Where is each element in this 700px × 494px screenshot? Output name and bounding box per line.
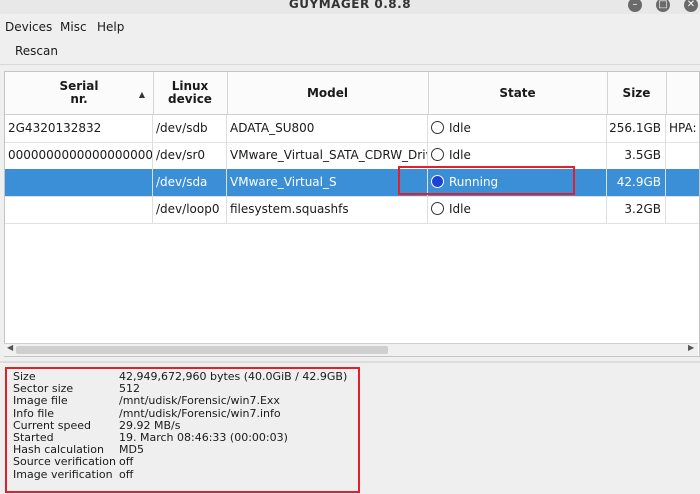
table-header: Serial nr. ▲ Linux device Model State Size	[5, 72, 699, 115]
cell-size: 256.1GB	[607, 115, 666, 142]
highlight-running-state	[398, 166, 575, 195]
cell-serial	[5, 196, 153, 223]
state-idle-icon	[431, 148, 444, 161]
table-row-selected[interactable]: /dev/sda VMware_Virtual_S Running 42.9GB	[5, 169, 699, 197]
header-extra[interactable]	[666, 72, 699, 114]
cell-model: ADATA_SU800	[227, 115, 428, 142]
device-table: Serial nr. ▲ Linux device Model State Size…	[4, 71, 700, 357]
table-row[interactable]: /dev/loop0 filesystem.squashfs Idle 3.2G…	[5, 196, 699, 224]
cell-state: Idle	[428, 196, 607, 223]
header-model[interactable]: Model	[227, 72, 429, 114]
cell-state: Idle	[428, 142, 607, 169]
cell-device: /dev/sda	[153, 169, 227, 196]
menu-devices[interactable]: Devices	[5, 20, 52, 34]
table-row[interactable]: 00000000000000000001 /dev/sr0 VMware_Vir…	[5, 142, 699, 170]
pane-splitter[interactable]	[0, 361, 700, 363]
title-bar: GUYMAGER 0.8.8 – □ ✕	[0, 0, 700, 14]
menu-help[interactable]: Help	[97, 20, 124, 34]
cell-size: 3.2GB	[607, 196, 666, 223]
window-title: GUYMAGER 0.8.8	[288, 0, 412, 11]
header-serial[interactable]: Serial nr. ▲	[5, 72, 154, 114]
sort-ascending-icon: ▲	[138, 90, 145, 99]
highlight-info-panel	[5, 367, 360, 493]
cell-device: /dev/sdb	[153, 115, 227, 142]
rescan-button[interactable]: Rescan	[6, 41, 67, 61]
cell-serial	[5, 169, 153, 196]
cell-extra: HPA:	[669, 121, 697, 135]
cell-model: filesystem.squashfs	[227, 196, 428, 223]
cell-size: 3.5GB	[607, 142, 666, 169]
header-linux-device[interactable]: Linux device	[153, 72, 228, 114]
header-state[interactable]: State	[428, 72, 608, 114]
scroll-right-icon[interactable]: ▶	[688, 343, 694, 352]
scroll-left-icon[interactable]: ◀	[7, 343, 13, 352]
header-size[interactable]: Size	[607, 72, 667, 114]
menu-misc[interactable]: Misc	[60, 20, 87, 34]
cell-size: 42.9GB	[607, 169, 666, 196]
table-row[interactable]: 2G4320132832 /dev/sdb ADATA_SU800 Idle 2…	[5, 115, 699, 143]
scrollbar-thumb[interactable]	[16, 346, 388, 354]
toolbar: Rescan	[0, 38, 700, 65]
cell-extra	[666, 196, 699, 223]
state-idle-icon	[431, 202, 444, 215]
cell-extra	[666, 169, 699, 196]
cell-serial: 2G4320132832	[5, 115, 153, 142]
horizontal-scrollbar[interactable]: ◀ ▶	[4, 343, 698, 356]
state-idle-icon	[431, 121, 444, 134]
cell-model: VMware_Virtual_SATA_CDRW_Drive	[227, 142, 428, 169]
menu-bar: Devices Misc Help	[0, 16, 700, 38]
cell-extra	[666, 142, 699, 169]
cell-device: /dev/loop0	[153, 196, 227, 223]
cell-serial: 00000000000000000001	[5, 142, 153, 169]
cell-device: /dev/sr0	[153, 142, 227, 169]
cell-state: Idle	[428, 115, 607, 142]
